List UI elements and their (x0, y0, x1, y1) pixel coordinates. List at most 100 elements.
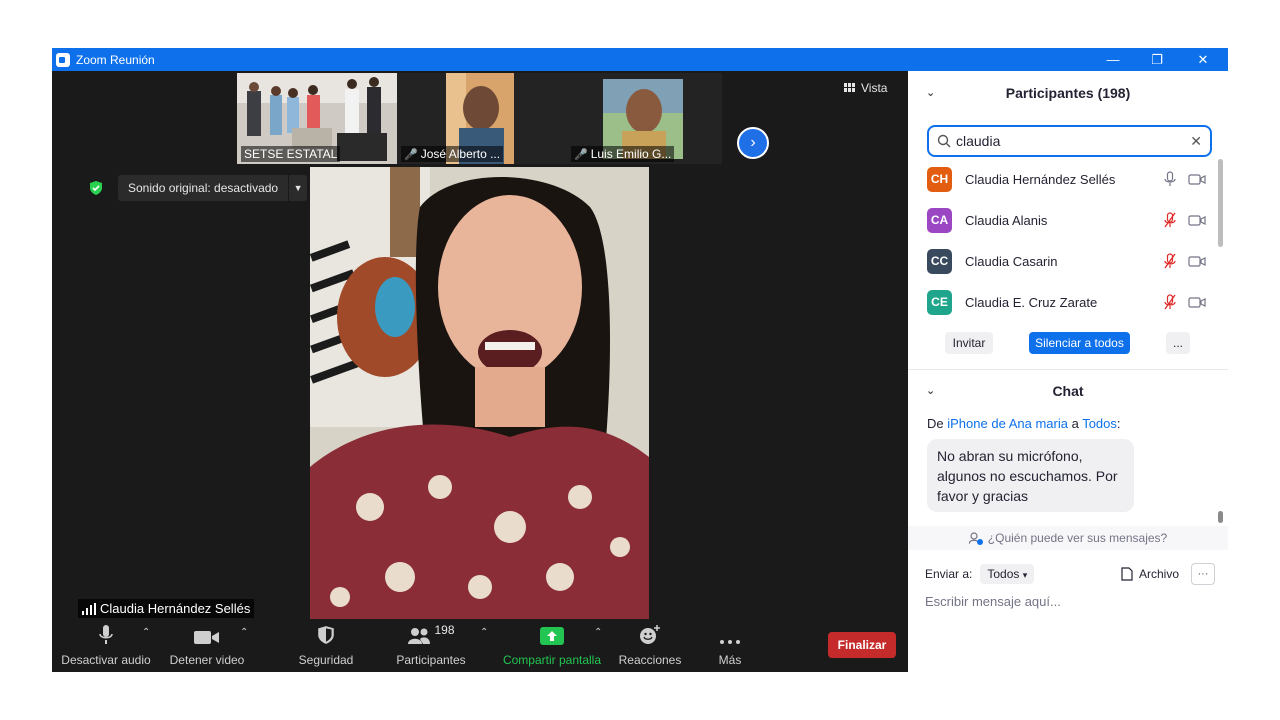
share-screen-button[interactable]: Compartir pantalla (500, 619, 604, 672)
people-icon (408, 628, 431, 644)
smiley-plus-icon (640, 625, 660, 644)
zoom-logo-icon (56, 52, 70, 67)
participants-header: ⌄ Participantes (198) (908, 72, 1228, 114)
participant-status-icons (1164, 253, 1206, 269)
title-bar: Zoom Reunión — ❐ ✕ (52, 48, 1228, 71)
grid-icon (844, 83, 855, 92)
participants-more-button[interactable]: ... (1166, 332, 1190, 354)
microphone-icon[interactable] (1164, 171, 1176, 187)
participant-search-input[interactable]: claudia ✕ (927, 125, 1212, 157)
participant-name: Claudia Alanis (965, 212, 1048, 228)
thumbnail-name: Luis Emilio G... (590, 147, 672, 161)
thumbnail-video-setse[interactable]: SETSE ESTATAL (237, 73, 397, 164)
thumbnail-label: 🎤 Luis Emilio G... (571, 146, 675, 162)
video-options-chevron-icon[interactable]: ⌃ (240, 627, 248, 638)
participants-title: Participantes (198) (1005, 85, 1131, 101)
mic-muted-icon[interactable] (1164, 294, 1176, 310)
chat-recipient[interactable]: Todos (1082, 416, 1117, 431)
search-icon (937, 134, 951, 148)
video-camera-icon[interactable] (1188, 296, 1206, 308)
original-sound-bar: Sonido original: desactivado ▼ (88, 175, 308, 201)
invite-button[interactable]: Invitar (945, 332, 993, 354)
original-sound-button[interactable]: Sonido original: desactivado (118, 175, 289, 201)
participants-count: 198 (434, 623, 455, 637)
collapse-chevron-icon[interactable]: ⌄ (926, 384, 935, 397)
send-to-label: Enviar a: (925, 567, 973, 581)
participant-row[interactable]: CH Claudia Hernández Sellés (927, 161, 1212, 197)
participant-row[interactable]: CE Claudia E. Cruz Zarate (927, 284, 1212, 320)
participant-name: Claudia Hernández Sellés (965, 171, 1116, 187)
mic-muted-icon[interactable] (1164, 253, 1176, 269)
window-title: Zoom Reunión (76, 52, 155, 67)
security-label: Seguridad (298, 653, 354, 667)
chat-title: Chat (1052, 383, 1084, 399)
stop-video-button[interactable]: Detener video (164, 619, 250, 672)
avatar: CH (927, 166, 952, 192)
thumbnail-label: 🎤 José Alberto ... (401, 146, 504, 162)
send-to-dropdown[interactable]: Todos ▾ (980, 564, 1035, 584)
share-options-chevron-icon[interactable]: ⌃ (594, 627, 602, 638)
file-label: Archivo (1138, 567, 1179, 581)
microphone-icon (99, 625, 113, 644)
more-label: Más (718, 653, 742, 667)
video-camera-icon[interactable] (1188, 173, 1206, 185)
thumbnail-video-luis[interactable]: 🎤 Luis Emilio G... (567, 73, 722, 164)
avatar: CA (927, 207, 952, 233)
video-camera-icon[interactable] (1188, 255, 1206, 267)
participant-row[interactable]: CA Claudia Alanis (927, 202, 1212, 238)
avatar: CE (927, 289, 952, 315)
clear-search-icon[interactable]: ✕ (1190, 133, 1202, 150)
end-meeting-button[interactable]: Finalizar (828, 632, 896, 658)
participants-scrollbar[interactable] (1218, 159, 1223, 247)
thumbnail-label: SETSE ESTATAL (241, 146, 341, 162)
thumbnail-name: José Alberto ... (420, 147, 501, 161)
shield-check-icon (90, 181, 102, 195)
more-button[interactable]: Más (704, 619, 756, 672)
chevron-down-icon[interactable]: ▼ (289, 175, 308, 201)
participants-label: Participantes (396, 653, 466, 667)
chat-header: ⌄ Chat (908, 370, 1228, 412)
participant-status-icons (1164, 294, 1206, 310)
search-value: claudia (956, 133, 1001, 149)
person-visibility-icon (968, 531, 983, 545)
mic-muted-icon: 🎤 (574, 149, 588, 161)
restore-button[interactable]: ❐ (1134, 48, 1180, 71)
meeting-toolbar: Desactivar audio ⌃ Detener video ⌃ Segur… (52, 619, 908, 672)
next-page-button[interactable]: › (737, 127, 769, 159)
chat-more-button[interactable]: ··· (1191, 563, 1215, 585)
mic-muted-icon[interactable] (1164, 212, 1176, 228)
collapse-chevron-icon[interactable]: ⌄ (926, 86, 935, 99)
thumbnail-video-jose[interactable]: 🎤 José Alberto ... (397, 73, 567, 164)
audio-options-chevron-icon[interactable]: ⌃ (142, 627, 150, 638)
video-area: SETSE ESTATAL 🎤 José Alberto ... 🎤 Luis … (52, 71, 908, 672)
speaker-name: Claudia Hernández Sellés (100, 601, 251, 616)
video-camera-icon[interactable] (1188, 214, 1206, 226)
file-icon (1121, 567, 1133, 581)
zoom-meeting-window: Zoom Reunión — ❐ ✕ SETSE ESTATAL 🎤 José … (52, 48, 1228, 672)
chat-scrollbar[interactable] (1218, 511, 1223, 523)
speaker-video-image (310, 167, 649, 619)
mic-muted-icon: 🎤 (404, 149, 418, 161)
mute-all-button[interactable]: Silenciar a todos (1029, 332, 1130, 354)
chat-sender[interactable]: iPhone de Ana maria (947, 416, 1068, 431)
stop-video-label: Detener video (169, 653, 245, 667)
security-button[interactable]: Seguridad (290, 619, 362, 672)
chat-message-meta: De iPhone de Ana maria a Todos: (927, 416, 1121, 431)
participant-row[interactable]: CC Claudia Casarin (927, 243, 1212, 279)
signal-bars-icon (82, 602, 96, 615)
participants-button[interactable]: 198 Participantes (388, 619, 474, 672)
view-button[interactable]: Vista (844, 81, 887, 95)
chat-message-input[interactable]: Escribir mensaje aquí... (925, 594, 1061, 609)
reactions-button[interactable]: Reacciones (614, 619, 686, 672)
mute-audio-button[interactable]: Desactivar audio (60, 619, 152, 672)
mute-audio-label: Desactivar audio (61, 653, 151, 667)
file-button[interactable]: Archivo (1121, 567, 1179, 581)
participants-chevron-icon[interactable]: ⌃ (480, 627, 488, 638)
active-speaker-video (310, 167, 649, 619)
close-button[interactable]: ✕ (1180, 48, 1226, 71)
minimize-button[interactable]: — (1090, 48, 1136, 71)
chevron-down-icon: ▾ (1022, 570, 1028, 580)
chat-prefix: De (927, 416, 944, 431)
who-can-see-link[interactable]: ¿Quién puede ver sus mensajes? (908, 526, 1228, 550)
speaker-name-label: Claudia Hernández Sellés (78, 599, 255, 618)
